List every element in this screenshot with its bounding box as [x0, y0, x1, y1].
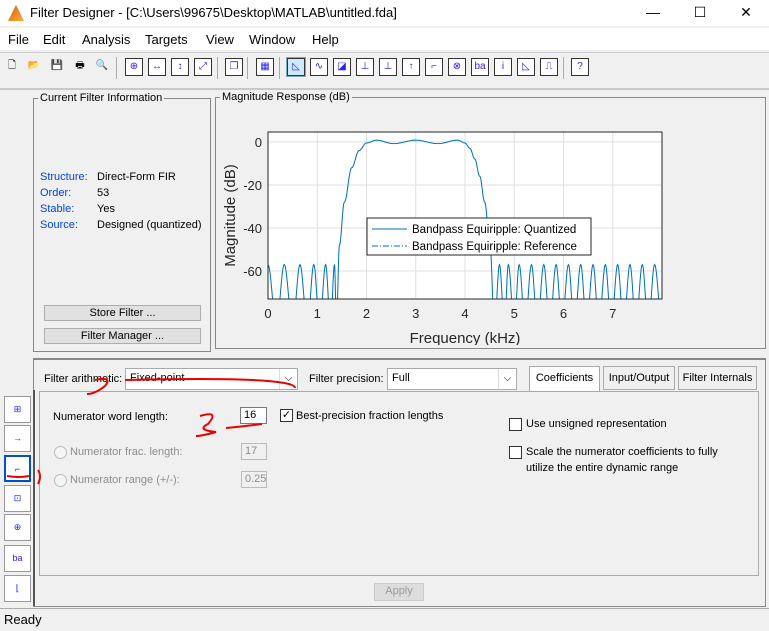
x-tick-label: 0 — [264, 306, 271, 321]
menu-help[interactable]: Help — [312, 32, 339, 47]
toolbar-separator — [247, 57, 248, 79]
roundoff-noise-icon[interactable]: ⎍ — [540, 58, 558, 76]
menu-bar: File Edit Analysis Targets View Window H… — [0, 28, 769, 50]
info-row: Source: Designed (quantized) — [40, 219, 202, 231]
maximize-button[interactable]: ☐ — [677, 0, 723, 26]
info-value: Designed (quantized) — [97, 219, 202, 231]
tab-coefficients[interactable]: Coefficients — [529, 366, 600, 392]
y-tick-label: -40 — [243, 221, 262, 236]
group-delay-icon[interactable]: ⊥ — [356, 58, 374, 76]
y-tick-label: 0 — [255, 135, 262, 150]
info-row: Order: 53 — [40, 187, 109, 199]
print-preview-icon[interactable]: 🔍 — [93, 58, 111, 76]
scale-coefficients-checkbox[interactable] — [509, 446, 522, 459]
magnitude-phase-icon[interactable]: ◪ — [333, 58, 351, 76]
info-key: Structure: — [40, 171, 88, 183]
tab-filter-internals[interactable]: Filter Internals — [678, 366, 757, 390]
status-text: Ready — [4, 612, 42, 627]
magnitude-response-icon[interactable]: ◺ — [286, 57, 306, 77]
menu-targets[interactable]: Targets — [145, 32, 188, 47]
menu-view[interactable]: View — [206, 32, 234, 47]
filter-manager-button[interactable]: Filter Manager ... — [44, 328, 201, 344]
design-filter-icon[interactable]: ⌊ — [4, 575, 31, 602]
menu-analysis[interactable]: Analysis — [82, 32, 130, 47]
toolbar-separator — [563, 57, 564, 79]
new-figure-icon[interactable]: ❐ — [225, 58, 243, 76]
menu-edit[interactable]: Edit — [43, 32, 65, 47]
open-folder-icon[interactable]: 📂 — [25, 58, 43, 76]
matlab-logo-icon — [8, 5, 24, 21]
unsigned-representation-checkbox[interactable] — [509, 418, 522, 431]
new-file-icon[interactable]: 🗋 — [3, 58, 21, 76]
info-value: Direct-Form FIR — [97, 171, 176, 183]
pole-zero-icon[interactable]: ⊗ — [448, 58, 466, 76]
import-filter-icon[interactable]: ba — [4, 545, 31, 572]
magnitude-estimate-icon[interactable]: ◺ — [517, 58, 535, 76]
store-filter-button[interactable]: Store Filter ... — [44, 305, 201, 321]
panel-title: Current Filter Information — [40, 92, 163, 104]
red-handwritten-annotations: 1 — [6, 377, 296, 485]
menu-window[interactable]: Window — [249, 32, 295, 47]
toolbar-separator — [116, 57, 117, 79]
x-tick-label: 2 — [363, 306, 370, 321]
status-bar: Ready — [0, 608, 769, 631]
pole-zero-editor-icon[interactable]: ⊕ — [4, 514, 31, 541]
info-value: 53 — [97, 187, 110, 199]
x-tick-label: 5 — [511, 306, 518, 321]
info-key: Source: — [40, 219, 78, 231]
whats-this-icon[interactable]: ? — [571, 58, 589, 76]
filter-precision-select[interactable]: Full ⌵ — [387, 368, 517, 390]
scale-coefficients-label: Scale the numerator coefficients to full… — [526, 446, 718, 458]
save-icon[interactable]: 💾 — [48, 58, 66, 76]
magnitude-response-chart: 0 1 2 3 4 5 6 7 0 -20 -40 -60 Frequency (kHz) Magnitu… — [222, 131, 663, 345]
title-bar: Filter Designer - [C:\Users\99675\Deskto… — [0, 0, 769, 26]
zoom-x-icon[interactable]: ↔ — [148, 58, 166, 76]
info-value: Yes — [97, 203, 115, 215]
chevron-down-icon: ⌵ — [498, 369, 516, 389]
minimize-button[interactable]: — — [630, 0, 676, 26]
filter-info-icon[interactable]: i — [494, 58, 512, 76]
apply-button[interactable]: Apply — [374, 583, 424, 601]
legend-icon[interactable]: ▦ — [256, 58, 274, 76]
filter-coefficients-icon[interactable]: ba — [471, 58, 489, 76]
unsigned-representation-label: Use unsigned representation — [526, 418, 667, 430]
info-row: Stable: Yes — [40, 203, 115, 215]
x-axis-label: Frequency (kHz) — [410, 330, 521, 345]
divider — [0, 88, 769, 90]
tab-input-output[interactable]: Input/Output — [603, 366, 675, 390]
toolbar-separator — [217, 57, 218, 79]
x-tick-label: 4 — [461, 306, 468, 321]
toolbar: 🗋 📂 💾 🖶 🔍 ⊕ ↔ ↕ ⤢ ❐ ▦ ◺ ∿ ◪ ⊥ ⊥ ↑ ⌐ ⊗ ba i ◺ ⎍? — [0, 52, 769, 82]
legend-entry: Bandpass Equiripple: Reference — [412, 241, 577, 253]
y-axis-label: Magnitude (dB) — [222, 164, 239, 267]
step-response-icon[interactable]: ⌐ — [425, 58, 443, 76]
phase-response-icon[interactable]: ∿ — [310, 58, 328, 76]
full-view-icon[interactable]: ⤢ — [194, 58, 212, 76]
info-key: Order: — [40, 187, 72, 199]
close-button[interactable]: ✕ — [723, 0, 769, 26]
y-tick-label: -20 — [243, 178, 262, 193]
phase-delay-icon[interactable]: ⊥ — [379, 58, 397, 76]
info-row: Structure: Direct-Form FIR — [40, 171, 176, 183]
legend-entry: Bandpass Equiripple: Quantized — [412, 224, 576, 236]
selected-value: Full — [392, 372, 410, 384]
toolbar-separator — [279, 57, 280, 79]
x-tick-label: 1 — [314, 306, 321, 321]
menu-file[interactable]: File — [8, 32, 29, 47]
window-title: Filter Designer - [C:\Users\99675\Deskto… — [30, 5, 397, 20]
impulse-response-icon[interactable]: ↑ — [402, 58, 420, 76]
y-tick-label: -60 — [243, 264, 262, 279]
scale-coefficients-label-2: utilize the entire dynamic range — [526, 462, 679, 474]
zoom-in-icon[interactable]: ⊕ — [125, 58, 143, 76]
x-tick-label: 3 — [412, 306, 419, 321]
info-key: Stable: — [40, 203, 75, 215]
x-tick-label: 7 — [609, 306, 616, 321]
zoom-y-icon[interactable]: ↕ — [171, 58, 189, 76]
x-tick-label: 6 — [560, 306, 567, 321]
print-icon[interactable]: 🖶 — [71, 58, 89, 76]
